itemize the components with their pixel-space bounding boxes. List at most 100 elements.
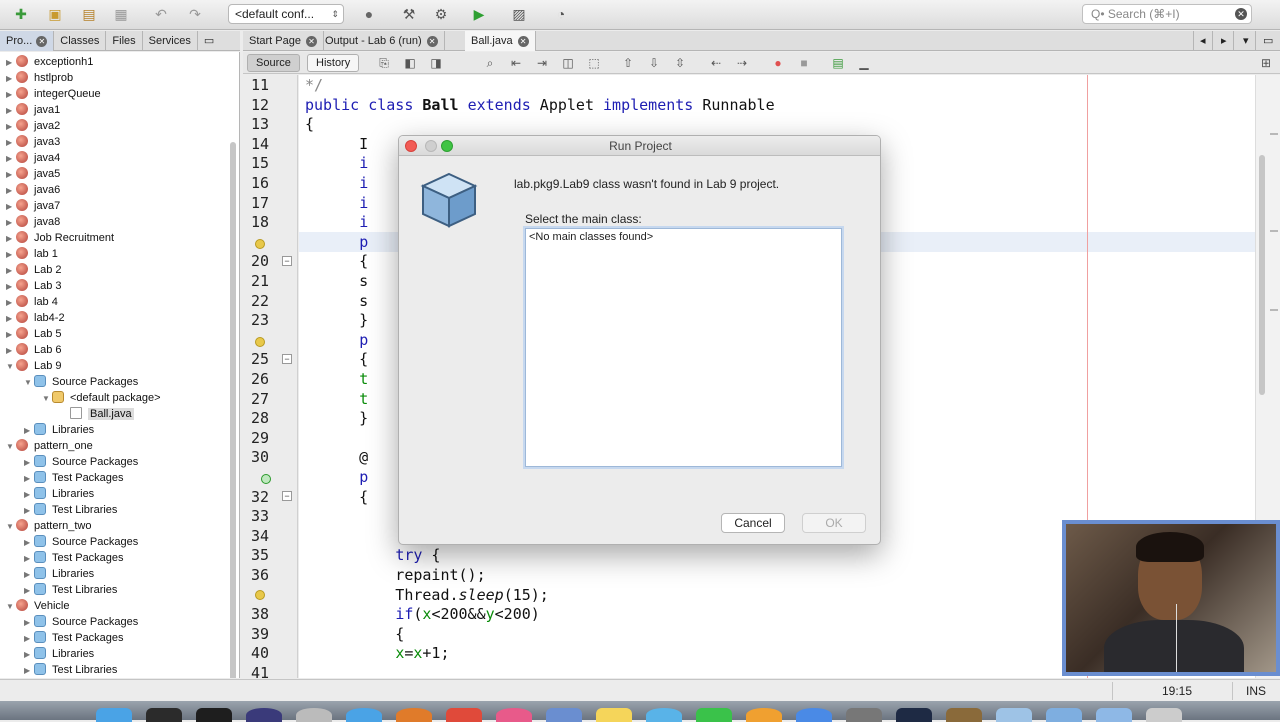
tree-item[interactable]: ▶ Lab 2 <box>6 262 62 278</box>
tree-item[interactable]: ▼ Source Packages <box>24 374 138 390</box>
close-window-icon[interactable] <box>405 140 417 152</box>
redo-icon[interactable]: ↷ <box>184 4 206 24</box>
code-line[interactable]: i <box>305 154 368 172</box>
close-icon[interactable]: ✕ <box>36 36 48 47</box>
tree-item[interactable]: ▶ hstlprob <box>6 70 73 86</box>
expand-arrow-icon[interactable]: ▶ <box>6 71 16 87</box>
expand-arrow-icon[interactable]: ▶ <box>6 231 16 247</box>
tab-list-icon[interactable]: ▾ <box>1237 31 1256 51</box>
open-project-icon[interactable]: ▤ <box>78 4 100 24</box>
override-icon[interactable] <box>261 474 271 484</box>
main-class-list[interactable]: <No main classes found> <box>525 228 842 467</box>
tree-item[interactable]: ▶ java8 <box>6 214 60 230</box>
configuration-select[interactable]: <default conf... ⇕ <box>228 4 344 24</box>
tree-item[interactable]: ▶ Lab 6 <box>6 342 62 358</box>
expand-arrow-icon[interactable]: ▶ <box>24 647 34 663</box>
tree-item[interactable]: ▶ Test Libraries <box>24 662 117 678</box>
expand-arrow-icon[interactable]: ▶ <box>6 215 16 231</box>
collapse-arrow-icon[interactable]: ▼ <box>42 391 52 407</box>
search-input[interactable]: Q• Search (⌘+I) ✕ <box>1082 4 1252 24</box>
error-stripe-mark[interactable] <box>1270 230 1278 232</box>
tree-item[interactable]: ▼ pattern_one <box>6 438 93 454</box>
tree-item[interactable]: ▶ Job Recruitment <box>6 230 114 246</box>
code-line[interactable]: x=x+1; <box>305 644 449 662</box>
clean-build-icon[interactable]: ⚙ <box>430 4 452 24</box>
expand-arrow-icon[interactable]: ▶ <box>6 55 16 71</box>
tree-item[interactable]: ▶ Libraries <box>24 486 94 502</box>
code-line[interactable]: Thread.sleep(15); <box>305 586 549 604</box>
forward-icon[interactable]: ◨ <box>429 56 443 70</box>
tree-item[interactable]: ▶ java2 <box>6 118 60 134</box>
tree-item[interactable]: ▼ <default package> <box>42 390 161 406</box>
tree-item[interactable]: ▶ java3 <box>6 134 60 150</box>
hint-bulb-icon[interactable] <box>255 337 265 347</box>
tab-classes[interactable]: Classes <box>54 31 107 51</box>
code-line[interactable]: if(x<200&&y<200) <box>305 605 540 623</box>
split-editor-icon[interactable]: ⊞ <box>1259 56 1273 70</box>
new-file-icon[interactable]: ✚ <box>10 4 32 24</box>
clear-search-icon[interactable]: ✕ <box>1235 8 1247 20</box>
expand-arrow-icon[interactable]: ▶ <box>6 279 16 295</box>
expand-arrow-icon[interactable]: ▶ <box>6 199 16 215</box>
collapse-arrow-icon[interactable]: ▼ <box>6 519 16 535</box>
expand-arrow-icon[interactable]: ▶ <box>24 455 34 471</box>
tab-files[interactable]: Files <box>106 31 143 51</box>
tree-item[interactable]: ▶ Libraries <box>24 422 94 438</box>
previous-bookmark-icon[interactable]: ⇧ <box>621 56 635 70</box>
expand-arrow-icon[interactable]: ▶ <box>24 503 34 519</box>
expand-arrow-icon[interactable]: ▶ <box>6 311 16 327</box>
source-button[interactable]: Source <box>247 54 300 72</box>
tree-item[interactable]: ▶ java1 <box>6 102 60 118</box>
globe-icon[interactable]: ● <box>358 4 380 24</box>
fold-toggle-icon[interactable]: − <box>282 256 292 266</box>
code-line[interactable]: @ <box>305 448 368 466</box>
collapse-arrow-icon[interactable]: ▼ <box>6 359 16 375</box>
find-next-icon[interactable]: ⇥ <box>535 56 549 70</box>
expand-arrow-icon[interactable]: ▶ <box>6 247 16 263</box>
expand-arrow-icon[interactable]: ▶ <box>24 487 34 503</box>
scroll-tabs-left-icon[interactable]: ◂ <box>1193 31 1213 51</box>
tab-projects[interactable]: Pro... ✕ <box>0 31 55 51</box>
tree-item[interactable]: Ball.java <box>60 406 134 422</box>
fold-toggle-icon[interactable]: − <box>282 354 292 364</box>
tree-item[interactable]: ▶ java4 <box>6 150 60 166</box>
expand-arrow-icon[interactable]: ▶ <box>6 87 16 103</box>
stop-macro-icon[interactable]: ■ <box>797 56 811 70</box>
tree-item[interactable]: ▶ Source Packages <box>24 454 138 470</box>
find-previous-icon[interactable]: ⇤ <box>509 56 523 70</box>
expand-arrow-icon[interactable]: ▶ <box>24 567 34 583</box>
tree-item[interactable]: ▶ java5 <box>6 166 60 182</box>
code-line[interactable]: { <box>305 625 404 643</box>
fold-toggle-icon[interactable]: − <box>282 491 292 501</box>
expand-arrow-icon[interactable]: ▶ <box>6 103 16 119</box>
expand-arrow-icon[interactable]: ▶ <box>6 167 16 183</box>
save-all-icon[interactable]: ▦ <box>110 4 132 24</box>
profile-project-icon[interactable]: ◔ <box>550 4 572 24</box>
expand-arrow-icon[interactable]: ▶ <box>6 263 16 279</box>
tree-item[interactable]: ▶ Source Packages <box>24 614 138 630</box>
tab-output[interactable]: Output - Lab 6 (run) ✕ <box>319 31 445 51</box>
debug-project-icon[interactable]: ▨ <box>508 4 530 24</box>
expand-arrow-icon[interactable]: ▶ <box>24 551 34 567</box>
tree-scrollbar[interactable] <box>230 142 236 678</box>
error-stripe-mark[interactable] <box>1270 133 1278 135</box>
code-line[interactable]: s <box>305 272 368 290</box>
tree-item[interactable]: ▶ Test Packages <box>24 550 124 566</box>
expand-arrow-icon[interactable]: ▶ <box>6 183 16 199</box>
minimize-window-icon[interactable] <box>425 140 437 152</box>
collapse-arrow-icon[interactable]: ▼ <box>6 439 16 455</box>
code-line[interactable]: t <box>305 370 368 388</box>
code-line[interactable]: i <box>305 213 368 231</box>
tree-item[interactable]: ▼ pattern_two <box>6 518 91 534</box>
next-bookmark-icon[interactable]: ⇩ <box>647 56 661 70</box>
tree-item[interactable]: ▼ Lab 9 <box>6 358 62 374</box>
code-line[interactable]: public class Ball extends Applet impleme… <box>305 96 775 114</box>
uncomment-icon[interactable]: ▁ <box>857 56 871 70</box>
cancel-button[interactable]: Cancel <box>721 513 785 533</box>
code-line[interactable]: p <box>305 468 368 486</box>
zoom-window-icon[interactable] <box>441 140 453 152</box>
maximize-editor-icon[interactable]: ▭ <box>1257 31 1279 51</box>
hint-bulb-icon[interactable] <box>255 590 265 600</box>
toggle-bookmark-icon[interactable]: ⇳ <box>673 56 687 70</box>
hint-bulb-icon[interactable] <box>255 239 265 249</box>
